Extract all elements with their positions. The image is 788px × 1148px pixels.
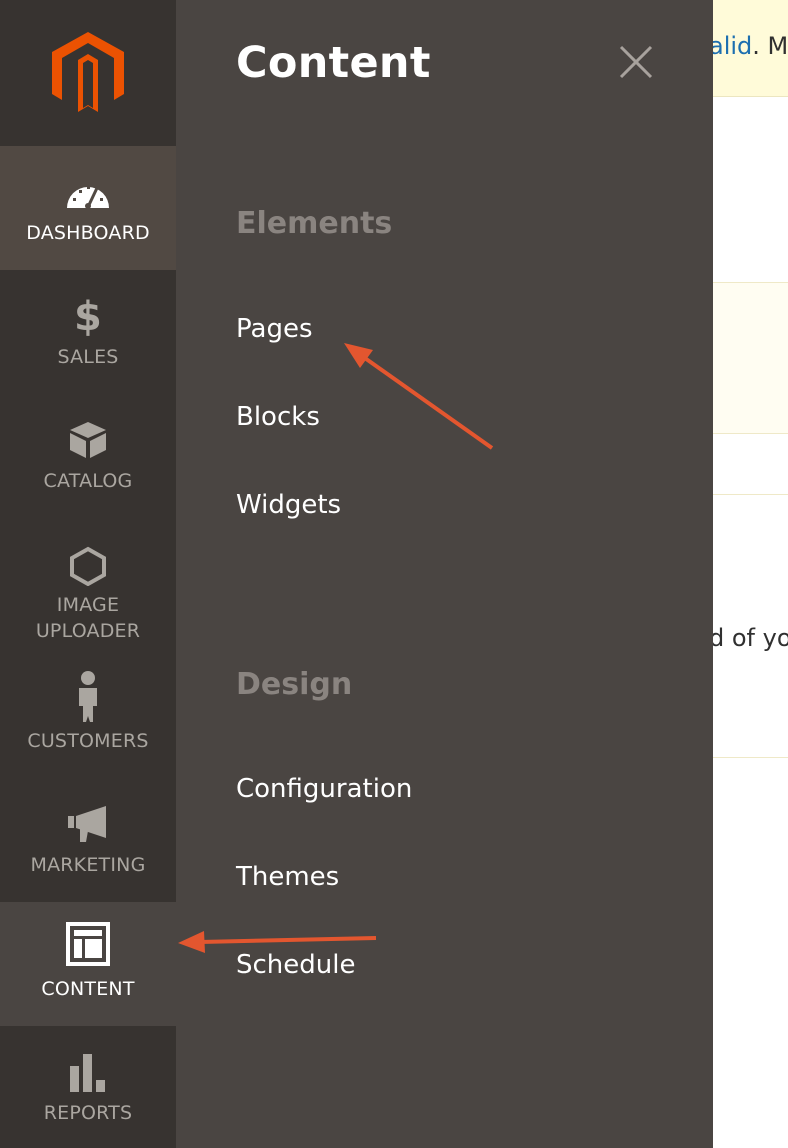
layout-icon — [0, 922, 176, 966]
nav-item-marketing[interactable]: MARKETING — [0, 780, 176, 902]
person-icon — [0, 670, 176, 722]
main-content-area: alid. M d of yo — [709, 0, 788, 1148]
nav-item-content[interactable]: CONTENT — [0, 902, 176, 1026]
body-text-fragment: d of yo — [709, 624, 788, 652]
section-title-elements: Elements — [236, 206, 393, 241]
bar-chart-icon — [0, 1052, 176, 1094]
hexagon-icon — [0, 546, 176, 586]
content-flyout-panel: Content Elements Pages Blocks Widgets De… — [176, 0, 713, 1148]
notice-text: alid. M — [709, 32, 788, 60]
notice-link[interactable]: alid — [709, 32, 752, 60]
magento-logo-icon — [52, 32, 124, 112]
nav-item-catalog[interactable]: CATALOG — [0, 394, 176, 518]
dollar-icon: $ — [73, 294, 103, 340]
system-notice-bar: alid. M — [709, 0, 788, 97]
megaphone-icon — [0, 804, 176, 844]
section-title-design: Design — [236, 667, 353, 702]
menu-link-schedule[interactable]: Schedule — [236, 950, 355, 980]
nav-item-sales[interactable]: $ SALES — [0, 270, 176, 394]
dashboard-gauge-icon — [0, 178, 176, 210]
nav-item-reports[interactable]: REPORTS — [0, 1026, 176, 1148]
menu-link-blocks[interactable]: Blocks — [236, 402, 320, 432]
menu-link-configuration[interactable]: Configuration — [236, 774, 412, 804]
message-box — [713, 282, 788, 434]
menu-link-themes[interactable]: Themes — [236, 862, 339, 892]
nav-item-dashboard[interactable]: DASHBOARD — [0, 146, 176, 270]
nav-item-customers[interactable]: CUSTOMERS — [0, 664, 176, 780]
nav-item-image-uploader[interactable]: IMAGE UPLOADER — [0, 518, 176, 664]
close-button[interactable] — [618, 44, 654, 80]
box-icon — [0, 420, 176, 460]
logo[interactable] — [0, 0, 176, 146]
menu-link-pages[interactable]: Pages — [236, 314, 313, 344]
close-icon — [619, 45, 653, 79]
admin-sidebar: DASHBOARD $ SALES CATALOG IMAGE UPLOADER — [0, 0, 176, 1148]
menu-link-widgets[interactable]: Widgets — [236, 490, 341, 520]
flyout-title: Content — [236, 38, 431, 88]
